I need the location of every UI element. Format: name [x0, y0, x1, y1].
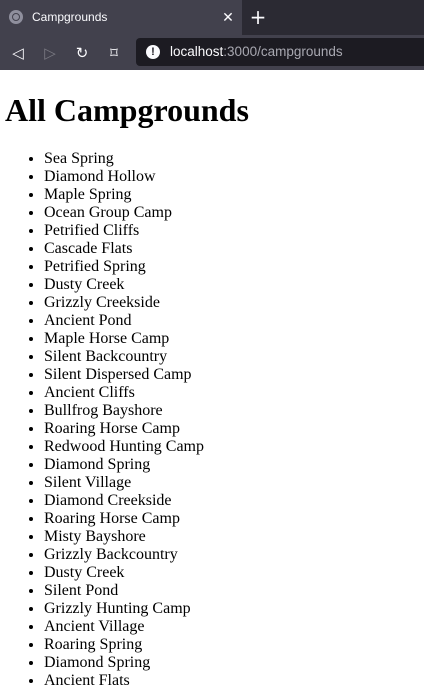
list-item: Grizzly Hunting Camp — [44, 600, 204, 618]
list-item: Diamond Spring — [44, 456, 204, 474]
list-item: Ocean Group Camp — [44, 204, 204, 222]
url-bar[interactable]: ! localhost:3000/campgrounds — [136, 38, 424, 66]
list-item: Roaring Spring — [44, 636, 204, 654]
list-item: Bullfrog Bayshore — [44, 402, 204, 420]
navigation-bar: ◁ ▷ ↻ ⌑ ! localhost:3000/campgrounds — [0, 35, 424, 70]
url-text[interactable]: localhost:3000/campgrounds — [170, 44, 343, 59]
list-item: Silent Pond — [44, 582, 204, 600]
info-icon[interactable]: ! — [146, 45, 160, 59]
list-item: Roaring Horse Camp — [44, 420, 204, 438]
list-item: Grizzly Creekside — [44, 294, 204, 312]
url-path: :3000/campgrounds — [223, 44, 343, 59]
list-item: Misty Bayshore — [44, 528, 204, 546]
list-item: Diamond Hollow — [44, 168, 204, 186]
close-icon[interactable]: ✕ — [216, 6, 240, 30]
list-item: Petrified Cliffs — [44, 222, 204, 240]
campground-list: Sea SpringDiamond HollowMaple SpringOcea… — [44, 150, 204, 690]
list-item: Diamond Creekside — [44, 492, 204, 510]
list-item: Petrified Spring — [44, 258, 204, 276]
list-item: Ancient Flats — [44, 672, 204, 690]
list-item: Silent Backcountry — [44, 348, 204, 366]
list-item: Dusty Creek — [44, 276, 204, 294]
forward-arrow-icon[interactable]: ▷ — [38, 41, 62, 65]
list-item: Dusty Creek — [44, 564, 204, 582]
list-item: Ancient Pond — [44, 312, 204, 330]
tab-campgrounds[interactable]: Campgrounds ✕ — [0, 0, 242, 35]
list-item: Silent Dispersed Camp — [44, 366, 204, 384]
list-item: Redwood Hunting Camp — [44, 438, 204, 456]
globe-icon — [9, 10, 23, 24]
list-item: Roaring Horse Camp — [44, 510, 204, 528]
list-item: Silent Village — [44, 474, 204, 492]
list-item: Sea Spring — [44, 150, 204, 168]
list-item: Cascade Flats — [44, 240, 204, 258]
list-item: Ancient Village — [44, 618, 204, 636]
tab-title: Campgrounds — [32, 10, 108, 24]
page-title: All Campgrounds — [5, 92, 249, 128]
list-item: Diamond Spring — [44, 654, 204, 672]
back-arrow-icon[interactable]: ◁ — [6, 41, 30, 65]
list-item: Maple Horse Camp — [44, 330, 204, 348]
list-item: Ancient Cliffs — [44, 384, 204, 402]
tab-strip: Campgrounds ✕ + — [0, 0, 424, 35]
page-content: All Campgrounds Sea SpringDiamond Hollow… — [0, 70, 424, 692]
bookmark-icon[interactable]: ⌑ — [102, 41, 126, 65]
list-item: Grizzly Backcountry — [44, 546, 204, 564]
reload-icon[interactable]: ↻ — [70, 41, 94, 65]
new-tab-plus-icon[interactable]: + — [246, 6, 270, 30]
list-item: Maple Spring — [44, 186, 204, 204]
url-host: localhost — [170, 44, 224, 59]
